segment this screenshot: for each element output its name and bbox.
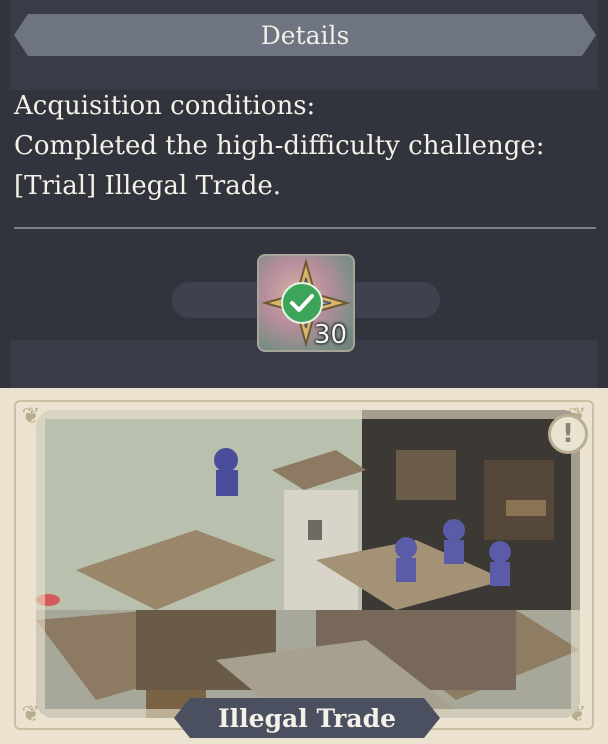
details-header: Details xyxy=(14,14,596,56)
stage-name-banner: Illegal Trade xyxy=(174,698,440,738)
acquisition-conditions: Acquisition conditions: Completed the hi… xyxy=(14,86,604,206)
reward-count: 30 xyxy=(313,320,347,350)
stage-card[interactable]: ❦ ❦ ❦ ❦ xyxy=(0,388,608,744)
divider xyxy=(14,227,596,229)
checkmark-icon xyxy=(281,282,323,324)
stage-illustration xyxy=(36,410,580,718)
stage-name: Illegal Trade xyxy=(217,703,396,733)
exclamation-icon: ! xyxy=(562,419,574,449)
pixel-art-scene xyxy=(36,410,580,718)
info-button[interactable]: ! xyxy=(548,414,588,454)
ninja-figure xyxy=(214,448,238,496)
reward-item[interactable]: 30 xyxy=(257,254,355,352)
conditions-line-1: Acquisition conditions: xyxy=(14,91,316,121)
conditions-line-3: [Trial] Illegal Trade. xyxy=(14,171,282,201)
conditions-line-2: Completed the high-difficulty challenge: xyxy=(14,131,545,161)
details-panel: Details Acquisition conditions: Complete… xyxy=(0,0,608,388)
details-title: Details xyxy=(260,20,350,50)
